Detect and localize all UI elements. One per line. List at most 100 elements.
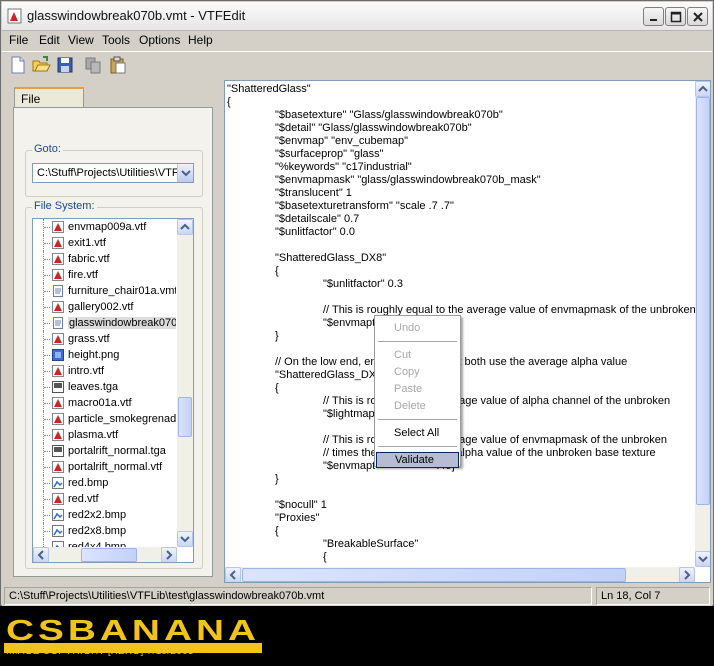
tree-branch-line bbox=[44, 275, 50, 276]
file-tree-item[interactable]: macro01a.vtf bbox=[33, 395, 176, 411]
code-line: "$unlitfactor" 0.3 bbox=[323, 278, 403, 290]
scroll-down-button[interactable] bbox=[177, 531, 193, 547]
menu-tools[interactable]: Tools bbox=[102, 33, 130, 47]
file-tree-item[interactable]: portalrift_normal.tga bbox=[33, 443, 176, 459]
code-line: "%keywords" "c17industrial" bbox=[275, 161, 412, 173]
vtfedit-app-icon[interactable] bbox=[7, 8, 23, 24]
new-button[interactable] bbox=[8, 55, 28, 75]
paste-button[interactable] bbox=[108, 55, 128, 75]
editor-scroll-right-button[interactable] bbox=[679, 567, 695, 582]
code-line: "ShatteredGlass" bbox=[227, 83, 311, 95]
file-tree-item[interactable]: red2x8.bmp bbox=[33, 523, 176, 539]
file-name: red.bmp bbox=[68, 477, 109, 489]
file-tree-item[interactable]: portalrift_normal.vtf bbox=[33, 459, 176, 475]
copyright-banner: CSBANANA bbox=[0, 606, 714, 666]
file-tree-item[interactable]: plasma.vtf bbox=[33, 427, 176, 443]
editor-hscroll-thumb[interactable] bbox=[242, 568, 626, 582]
file-tree-hscrollbar[interactable] bbox=[33, 547, 177, 562]
png-file-icon bbox=[52, 349, 64, 361]
editor-scroll-left-button[interactable] bbox=[225, 567, 241, 582]
file-tree-item[interactable]: furniture_chair01a.vmt bbox=[33, 283, 176, 299]
tree-branch-line bbox=[44, 419, 50, 420]
file-tree-vscrollbar[interactable] bbox=[177, 219, 193, 547]
maximize-icon bbox=[670, 11, 682, 23]
vtf-file-icon bbox=[52, 413, 64, 425]
hscroll-thumb[interactable] bbox=[81, 548, 137, 562]
file-tree-item[interactable]: red.vtf bbox=[33, 491, 176, 507]
file-tree-item[interactable]: envmap009a.vtf bbox=[33, 219, 176, 235]
file-tree-item[interactable]: grass.vtf bbox=[33, 331, 176, 347]
file-tree-item[interactable]: intro.vtf bbox=[33, 363, 176, 379]
vtf-file-icon bbox=[52, 301, 64, 313]
minimize-icon bbox=[650, 19, 657, 21]
goto-combobox[interactable]: C:\Stuff\Projects\Utilities\VTFLib bbox=[32, 163, 194, 183]
file-tree-item[interactable]: fire.vtf bbox=[33, 267, 176, 283]
file-tree-item[interactable]: exit1.vtf bbox=[33, 235, 176, 251]
chevron-left-icon bbox=[229, 570, 236, 580]
bmp-file-icon bbox=[52, 477, 64, 489]
copy-button[interactable] bbox=[83, 55, 103, 75]
file-tree-item[interactable]: particle_smokegrenade.vtf bbox=[33, 411, 176, 427]
scroll-up-button[interactable] bbox=[177, 219, 193, 235]
file-name: exit1.vtf bbox=[68, 237, 106, 249]
code-line: "Proxies" bbox=[275, 512, 320, 524]
code-line: { bbox=[275, 382, 279, 394]
editor-scroll-thumb[interactable] bbox=[696, 97, 710, 505]
menu-help[interactable]: Help bbox=[188, 33, 213, 47]
tree-guide-line bbox=[43, 539, 44, 547]
editor-scroll-up-button[interactable] bbox=[695, 81, 710, 97]
close-button[interactable] bbox=[687, 7, 708, 26]
file-tree-item[interactable]: height.png bbox=[33, 347, 176, 363]
goto-value: C:\Stuff\Projects\Utilities\VTFLib bbox=[37, 167, 194, 179]
file-tree-item[interactable]: leaves.tga bbox=[33, 379, 176, 395]
close-icon bbox=[693, 12, 703, 22]
vtf-file-icon bbox=[52, 221, 64, 233]
maximize-button[interactable] bbox=[665, 7, 686, 26]
chevron-up-icon bbox=[180, 223, 190, 230]
code-line: "$unlitfactor" 0.0 bbox=[275, 226, 355, 238]
file-name: red2x2.bmp bbox=[68, 509, 127, 521]
file-name: intro.vtf bbox=[68, 365, 105, 377]
code-line: "$detail" "Glass/glasswindowbreak070b" bbox=[275, 122, 472, 134]
tab-file-system[interactable]: File System bbox=[14, 87, 84, 120]
code-line: "BreakableSurface" bbox=[323, 538, 419, 550]
open-button[interactable] bbox=[31, 55, 51, 75]
file-tree-item[interactable]: gallery002.vtf bbox=[33, 299, 176, 315]
menu-edit[interactable]: Edit bbox=[39, 33, 60, 47]
save-button[interactable] bbox=[55, 55, 75, 75]
title-bar[interactable]: glasswindowbreak070b.vmt - VTFEdit bbox=[2, 2, 712, 31]
goto-dropdown-button[interactable] bbox=[177, 164, 193, 182]
menu-options[interactable]: Options bbox=[139, 33, 180, 47]
editor-scroll-down-button[interactable] bbox=[695, 551, 710, 567]
menu-view[interactable]: View bbox=[68, 33, 94, 47]
editor-hscrollbar[interactable] bbox=[225, 567, 695, 582]
context-menu-paste[interactable]: Paste bbox=[376, 381, 459, 397]
context-menu-copy[interactable]: Copy bbox=[376, 364, 459, 380]
vmt-text-editor[interactable]: "ShatteredGlass"{"$basetexture" "Glass/g… bbox=[224, 80, 711, 583]
scroll-left-button[interactable] bbox=[33, 547, 49, 562]
menu-file[interactable]: File bbox=[9, 33, 28, 47]
minimize-button[interactable] bbox=[643, 7, 664, 26]
scroll-thumb[interactable] bbox=[178, 397, 192, 437]
context-menu-undo[interactable]: Undo bbox=[376, 320, 459, 336]
status-cursor-position: Ln 18, Col 7 bbox=[596, 587, 710, 605]
vmt-file-icon bbox=[52, 317, 64, 329]
context-menu-cut[interactable]: Cut bbox=[376, 347, 459, 363]
tree-branch-line bbox=[44, 531, 50, 532]
file-tree-item[interactable]: red.bmp bbox=[33, 475, 176, 491]
file-system-group: File System: envmap009a.vtf exit1.vtf fabr… bbox=[25, 200, 203, 569]
file-system-panel: Goto: C:\Stuff\Projects\Utilities\VTFLib… bbox=[13, 107, 213, 577]
scroll-right-button[interactable] bbox=[161, 547, 177, 562]
context-menu-validate[interactable]: Validate bbox=[376, 452, 459, 468]
context-menu-separator bbox=[378, 446, 457, 447]
context-menu-select-all[interactable]: Select All bbox=[376, 425, 459, 441]
file-tree-item[interactable]: red4x4.bmp bbox=[33, 539, 176, 547]
context-menu-separator bbox=[378, 419, 457, 420]
editor-vscrollbar[interactable] bbox=[695, 81, 710, 567]
copy-icon bbox=[85, 57, 101, 74]
file-tree-item[interactable]: fabric.vtf bbox=[33, 251, 176, 267]
file-tree-item[interactable]: red2x2.bmp bbox=[33, 507, 176, 523]
file-tree[interactable]: envmap009a.vtf exit1.vtf fabric.vtf fire.vt… bbox=[32, 218, 194, 563]
context-menu-delete[interactable]: Delete bbox=[376, 398, 459, 414]
file-tree-item[interactable]: glasswindowbreak070b.vmt bbox=[33, 315, 176, 331]
